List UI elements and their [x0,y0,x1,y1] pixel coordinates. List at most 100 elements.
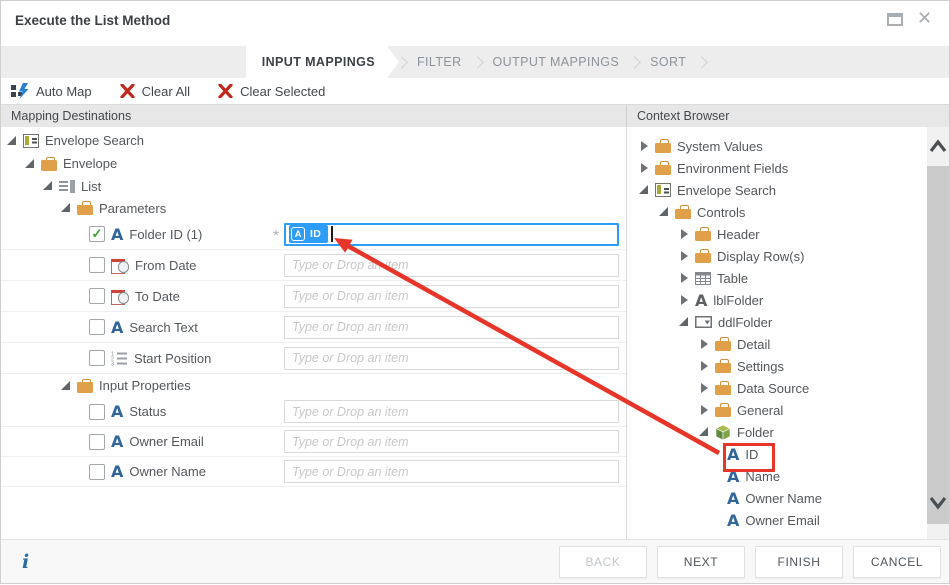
tab-input-mappings[interactable]: INPUT MAPPINGS [246,46,399,78]
expander-icon[interactable] [679,317,689,327]
cancel-button[interactable]: CANCEL [853,545,941,578]
ctx-row-header[interactable]: Header [627,223,927,245]
mapping-row-from-date[interactable]: From Date Type or Drop an item [1,250,626,281]
mapping-input-status[interactable]: Type or Drop an item [284,400,619,423]
tab-filter[interactable]: FILTER [404,55,475,69]
ctx-row-lblfolder[interactable]: lblFolder [627,289,927,311]
tree-row-envelope-search[interactable]: Envelope Search [1,129,626,152]
tree-row-parameters[interactable]: Parameters [1,197,626,219]
ctx-row-display-rows[interactable]: Display Row(s) [627,245,927,267]
clear-selected-icon [218,84,233,98]
mapping-row-start-position[interactable]: 1 2 3 Start Position Type or Drop an ite… [1,343,626,374]
expander-icon[interactable] [639,141,649,151]
close-icon[interactable] [917,12,933,26]
ctx-row-system-values[interactable]: System Values [627,135,927,157]
mapping-row-owner-name[interactable]: Owner Name Type or Drop an item [1,457,626,487]
maximize-icon[interactable] [887,12,903,26]
clear-selected-button[interactable]: Clear Selected [218,84,325,99]
tree-row-list[interactable]: List [1,175,626,197]
tree-label: Envelope Search [677,182,777,198]
expander-icon[interactable] [699,339,709,349]
expander-icon[interactable] [61,380,71,391]
next-button[interactable]: NEXT [657,545,745,578]
ctx-row-folder-object[interactable]: Folder [627,421,927,443]
ctx-row-environment-fields[interactable]: Environment Fields [627,157,927,179]
tree-label: Owner Name [129,464,206,479]
expander-icon[interactable] [699,361,709,371]
checkbox-unchecked[interactable] [89,257,105,273]
mapping-row-search-text[interactable]: Search Text Type or Drop an item [1,312,626,343]
expander-icon[interactable] [679,295,689,305]
mapping-input-search-text[interactable]: Type or Drop an item [284,315,619,339]
expander-icon[interactable] [679,251,689,261]
table-icon [695,271,711,285]
ctx-row-envelope-search[interactable]: Envelope Search [627,179,927,201]
ctx-row-owner-name[interactable]: Owner Name [627,487,927,509]
ctx-row-settings[interactable]: Settings [627,355,927,377]
mapping-input-start-position[interactable]: Type or Drop an item [284,346,619,370]
ctx-row-general[interactable]: General [627,399,927,421]
clear-all-button[interactable]: Clear All [120,84,190,99]
checkbox-unchecked[interactable] [89,288,105,304]
tree-label: Start Position [134,350,212,366]
tree-row-input-properties[interactable]: Input Properties [1,374,626,397]
checkbox-unchecked[interactable] [89,350,105,366]
scrollbar-thumb[interactable] [927,166,949,524]
dialog-footer: BACK NEXT FINISH CANCEL [1,539,949,583]
tree-row-envelope[interactable]: Envelope [1,152,626,175]
ctx-row-detail[interactable]: Detail [627,333,927,355]
expander-icon[interactable] [7,135,17,146]
ctx-row-owner-email[interactable]: Owner Email [627,509,927,531]
expander-icon[interactable] [43,181,53,191]
mapping-input-to-date[interactable]: Type or Drop an item [284,284,619,308]
expander-icon[interactable] [61,203,71,213]
expander-icon[interactable] [699,405,709,415]
ctx-row-ddlfolder[interactable]: ddlFolder [627,311,927,333]
scroll-up-icon[interactable] [929,139,947,154]
ctx-row-data-source[interactable]: Data Source [627,377,927,399]
mapping-input-from-date[interactable]: Type or Drop an item [284,253,619,277]
checkbox-unchecked[interactable] [89,403,105,420]
expander-icon[interactable] [699,427,709,437]
tab-sort[interactable]: SORT [637,55,699,69]
mapping-input-owner-name[interactable]: Type or Drop an item [284,460,619,483]
ctx-row-id[interactable]: ID [627,443,927,465]
expander-icon[interactable] [639,185,649,195]
mapping-row-status[interactable]: Status Type or Drop an item [1,397,626,427]
finish-button[interactable]: FINISH [755,545,843,578]
expander-icon[interactable] [679,273,689,283]
context-browser-scrollbar[interactable] [927,127,949,541]
expander-icon[interactable] [679,229,689,239]
text-property-icon [727,447,739,462]
mapping-input-folder-id[interactable]: ID [284,222,619,246]
back-button[interactable]: BACK [559,545,647,578]
text-property-icon [111,320,123,335]
mapping-input-owner-email[interactable]: Type or Drop an item [284,430,619,453]
checkbox-unchecked[interactable] [89,433,105,450]
mapping-row-to-date[interactable]: To Date Type or Drop an item [1,281,626,312]
checkbox-unchecked[interactable] [89,319,105,335]
checkbox-unchecked[interactable] [89,463,105,480]
info-icon[interactable] [22,551,29,573]
checkbox-checked[interactable] [89,226,105,242]
auto-map-button[interactable]: Auto Map [11,83,92,99]
mapping-row-owner-email[interactable]: Owner Email Type or Drop an item [1,427,626,457]
ctx-row-name[interactable]: Name [627,465,927,487]
expander-icon[interactable] [25,158,35,169]
ctx-row-table[interactable]: Table [627,267,927,289]
view-icon [23,133,39,148]
mapping-row-folder-id[interactable]: Folder ID (1) * ID [1,219,626,250]
folder-icon [715,403,731,417]
mapped-field-chip[interactable]: ID [289,225,329,243]
field-placeholder: Type or Drop an item [292,320,409,334]
scroll-down-icon[interactable] [929,495,947,510]
ctx-row-controls[interactable]: Controls [627,201,927,223]
tree-label: Envelope [63,156,118,171]
folder-icon [655,161,671,175]
folder-icon [715,337,731,351]
expander-icon[interactable] [659,207,669,217]
tab-output-mappings[interactable]: OUTPUT MAPPINGS [480,55,633,69]
expander-icon[interactable] [699,383,709,393]
list-method-icon [59,179,75,193]
expander-icon[interactable] [639,163,649,173]
